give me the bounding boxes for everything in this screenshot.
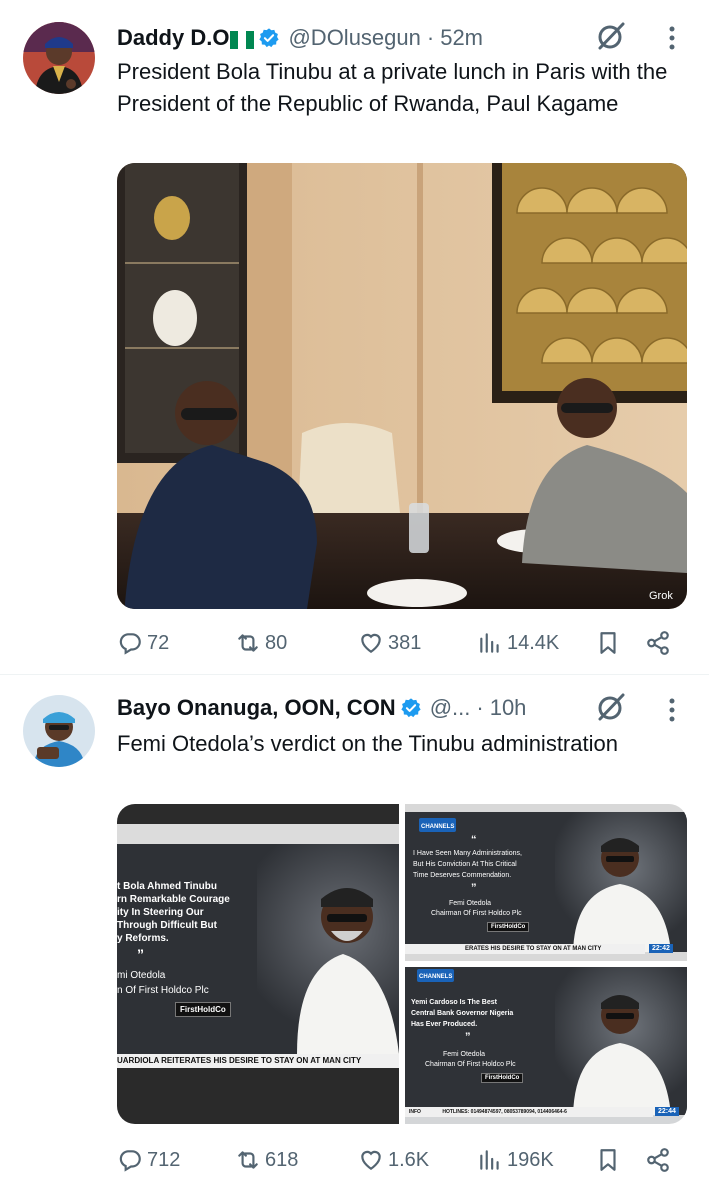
tweet-header: Daddy D.O @DOlusegun · 52m [117, 23, 483, 53]
bookmark-icon [600, 632, 616, 654]
bookmark-icon [600, 1149, 616, 1171]
tweet-text: Femi Otedola’s verdict on the Tinubu adm… [117, 731, 618, 756]
heart-icon [361, 1150, 381, 1170]
repost-count: 80 [265, 631, 288, 654]
reply-icon [119, 1150, 141, 1172]
verified-badge-icon [400, 697, 422, 719]
views-chart-icon [480, 1150, 499, 1170]
tv-bottom-right-clock: 22:44 [655, 1107, 679, 1116]
like-count: 381 [388, 631, 422, 654]
bookmark-button[interactable] [595, 626, 625, 660]
display-name[interactable]: Bayo Onanuga, OON, CON [117, 695, 396, 721]
tv-photo-top-right[interactable]: CHANNELS “ I Have Seen Many Administrati… [405, 804, 687, 961]
heart-icon [361, 633, 381, 653]
otedola-photo [573, 995, 671, 1115]
tv-top-right-quote-close: ” [471, 882, 477, 894]
tv-info-label: INFO [409, 1109, 421, 1115]
like-count: 1.6K [388, 1148, 430, 1171]
tv-bottom-right-speaker: Femi Otedola [443, 1051, 486, 1058]
tv-left-quote-lines: t Bola Ahmed Tinubu rn Remarkable Courag… [117, 881, 230, 944]
tweet-media-grid: t Bola Ahmed Tinubu rn Remarkable Courag… [117, 804, 687, 1124]
tv-left-ticker: UARDIOLA REITERATES HIS DESIRE TO STAY O… [117, 1054, 399, 1068]
tv-left-logo: FirstHoldCo [175, 1002, 231, 1017]
tv-top-right-clock: 22:42 [649, 944, 673, 953]
reply-count: 72 [147, 631, 170, 654]
tv-top-right-ticker: ERATES HIS DESIRE TO STAY ON AT MAN CITY [405, 944, 645, 954]
share-button[interactable] [645, 1143, 675, 1177]
repost-button[interactable]: 618 [235, 1143, 298, 1177]
tv-left-speaker: mi Otedola [117, 970, 166, 981]
repost-button[interactable]: 80 [235, 626, 287, 660]
otedola-photo [297, 888, 399, 1054]
view-count: 14.4K [507, 631, 560, 654]
separator-dot: · [426, 25, 435, 50]
tv-left-role: n Of First Holdco Plc [117, 985, 209, 996]
reply-button[interactable]: 712 [117, 1143, 180, 1177]
tv-left-quote-mark: ” [137, 946, 144, 962]
share-icon [647, 1148, 669, 1172]
nigeria-flag-icon [230, 29, 255, 49]
reply-button[interactable]: 72 [117, 626, 169, 660]
tv-channel-logo: CHANNELS [417, 969, 455, 982]
grok-icon[interactable] [594, 690, 628, 724]
separator-dot: · [476, 695, 484, 720]
tv-channel-logo: CHANNELS [419, 818, 457, 832]
views-button[interactable]: 196K [477, 1143, 554, 1177]
tv-top-right-logo: FirstHoldCo [487, 922, 530, 932]
tweet-1[interactable]: Daddy D.O @DOlusegun · 52m President Bol… [0, 0, 709, 672]
timestamp[interactable]: 10h [490, 695, 527, 721]
views-chart-icon [480, 633, 499, 653]
more-options-icon[interactable] [668, 697, 676, 723]
tv-photo-left[interactable]: t Bola Ahmed Tinubu rn Remarkable Courag… [117, 804, 399, 1124]
timestamp[interactable]: 52m [440, 25, 483, 51]
reply-count: 712 [147, 1148, 181, 1171]
tv-bottom-right-logo: FirstHoldCo [481, 1073, 524, 1083]
grok-icon[interactable] [594, 19, 628, 53]
tv-top-right-role: Chairman Of First Holdco Plc [431, 910, 522, 917]
tv-photo-bottom-right[interactable]: CHANNELS Yemi Cardoso Is The Best Centra… [405, 967, 687, 1124]
tv-hotlines: HOTLINES: 01494874597, 08053789094, 0144… [442, 1109, 567, 1115]
repost-count: 618 [265, 1148, 299, 1171]
bookmark-button[interactable] [595, 1143, 625, 1177]
view-count: 196K [507, 1148, 554, 1171]
user-handle[interactable]: @DOlusegun [288, 25, 420, 51]
user-handle[interactable]: @... [430, 695, 471, 721]
display-name[interactable]: Daddy D.O [117, 25, 229, 51]
tv-bottom-right-quote-lines: Yemi Cardoso Is The Best Central Bank Go… [411, 999, 514, 1028]
tweet-photo[interactable]: Grok [117, 163, 687, 609]
otedola-photo [573, 838, 671, 952]
tv-bottom-right-ticker: INFO HOTLINES: 01494874597, 08053789094,… [405, 1107, 653, 1117]
like-button[interactable]: 381 [358, 626, 421, 660]
avatar[interactable] [23, 695, 95, 767]
tweet-header: Bayo Onanuga, OON, CON @... · 10h [117, 693, 526, 723]
tv-top-right-quote-open: “ [471, 834, 477, 846]
more-options-icon[interactable] [668, 25, 676, 51]
tweet-actions: 72 80 381 14.4K [117, 626, 677, 660]
grok-watermark: Grok [649, 590, 673, 602]
repost-icon [238, 634, 258, 652]
tv-bottom-right-quote-close: ” [465, 1031, 471, 1043]
like-button[interactable]: 1.6K [358, 1143, 429, 1177]
tv-bottom-right-role: Chairman Of First Holdco Plc [425, 1061, 516, 1068]
tv-top-right-speaker: Femi Otedola [449, 900, 492, 907]
lunch-photo-image: Grok [117, 163, 687, 609]
tweet-2[interactable]: Bayo Onanuga, OON, CON @... · 10h Femi O… [0, 675, 709, 1200]
avatar[interactable] [23, 22, 95, 94]
tweet-actions: 712 618 1.6K 196K [117, 1143, 677, 1177]
tweet-text: President Bola Tinubu at a private lunch… [117, 59, 668, 116]
tv-top-right-quote-lines: I Have Seen Many Administrations, But Hi… [413, 850, 522, 879]
views-button[interactable]: 14.4K [477, 626, 559, 660]
share-icon [647, 631, 669, 655]
reply-icon [119, 633, 141, 655]
share-button[interactable] [645, 626, 675, 660]
verified-badge-icon [258, 27, 280, 49]
repost-icon [238, 1151, 258, 1169]
